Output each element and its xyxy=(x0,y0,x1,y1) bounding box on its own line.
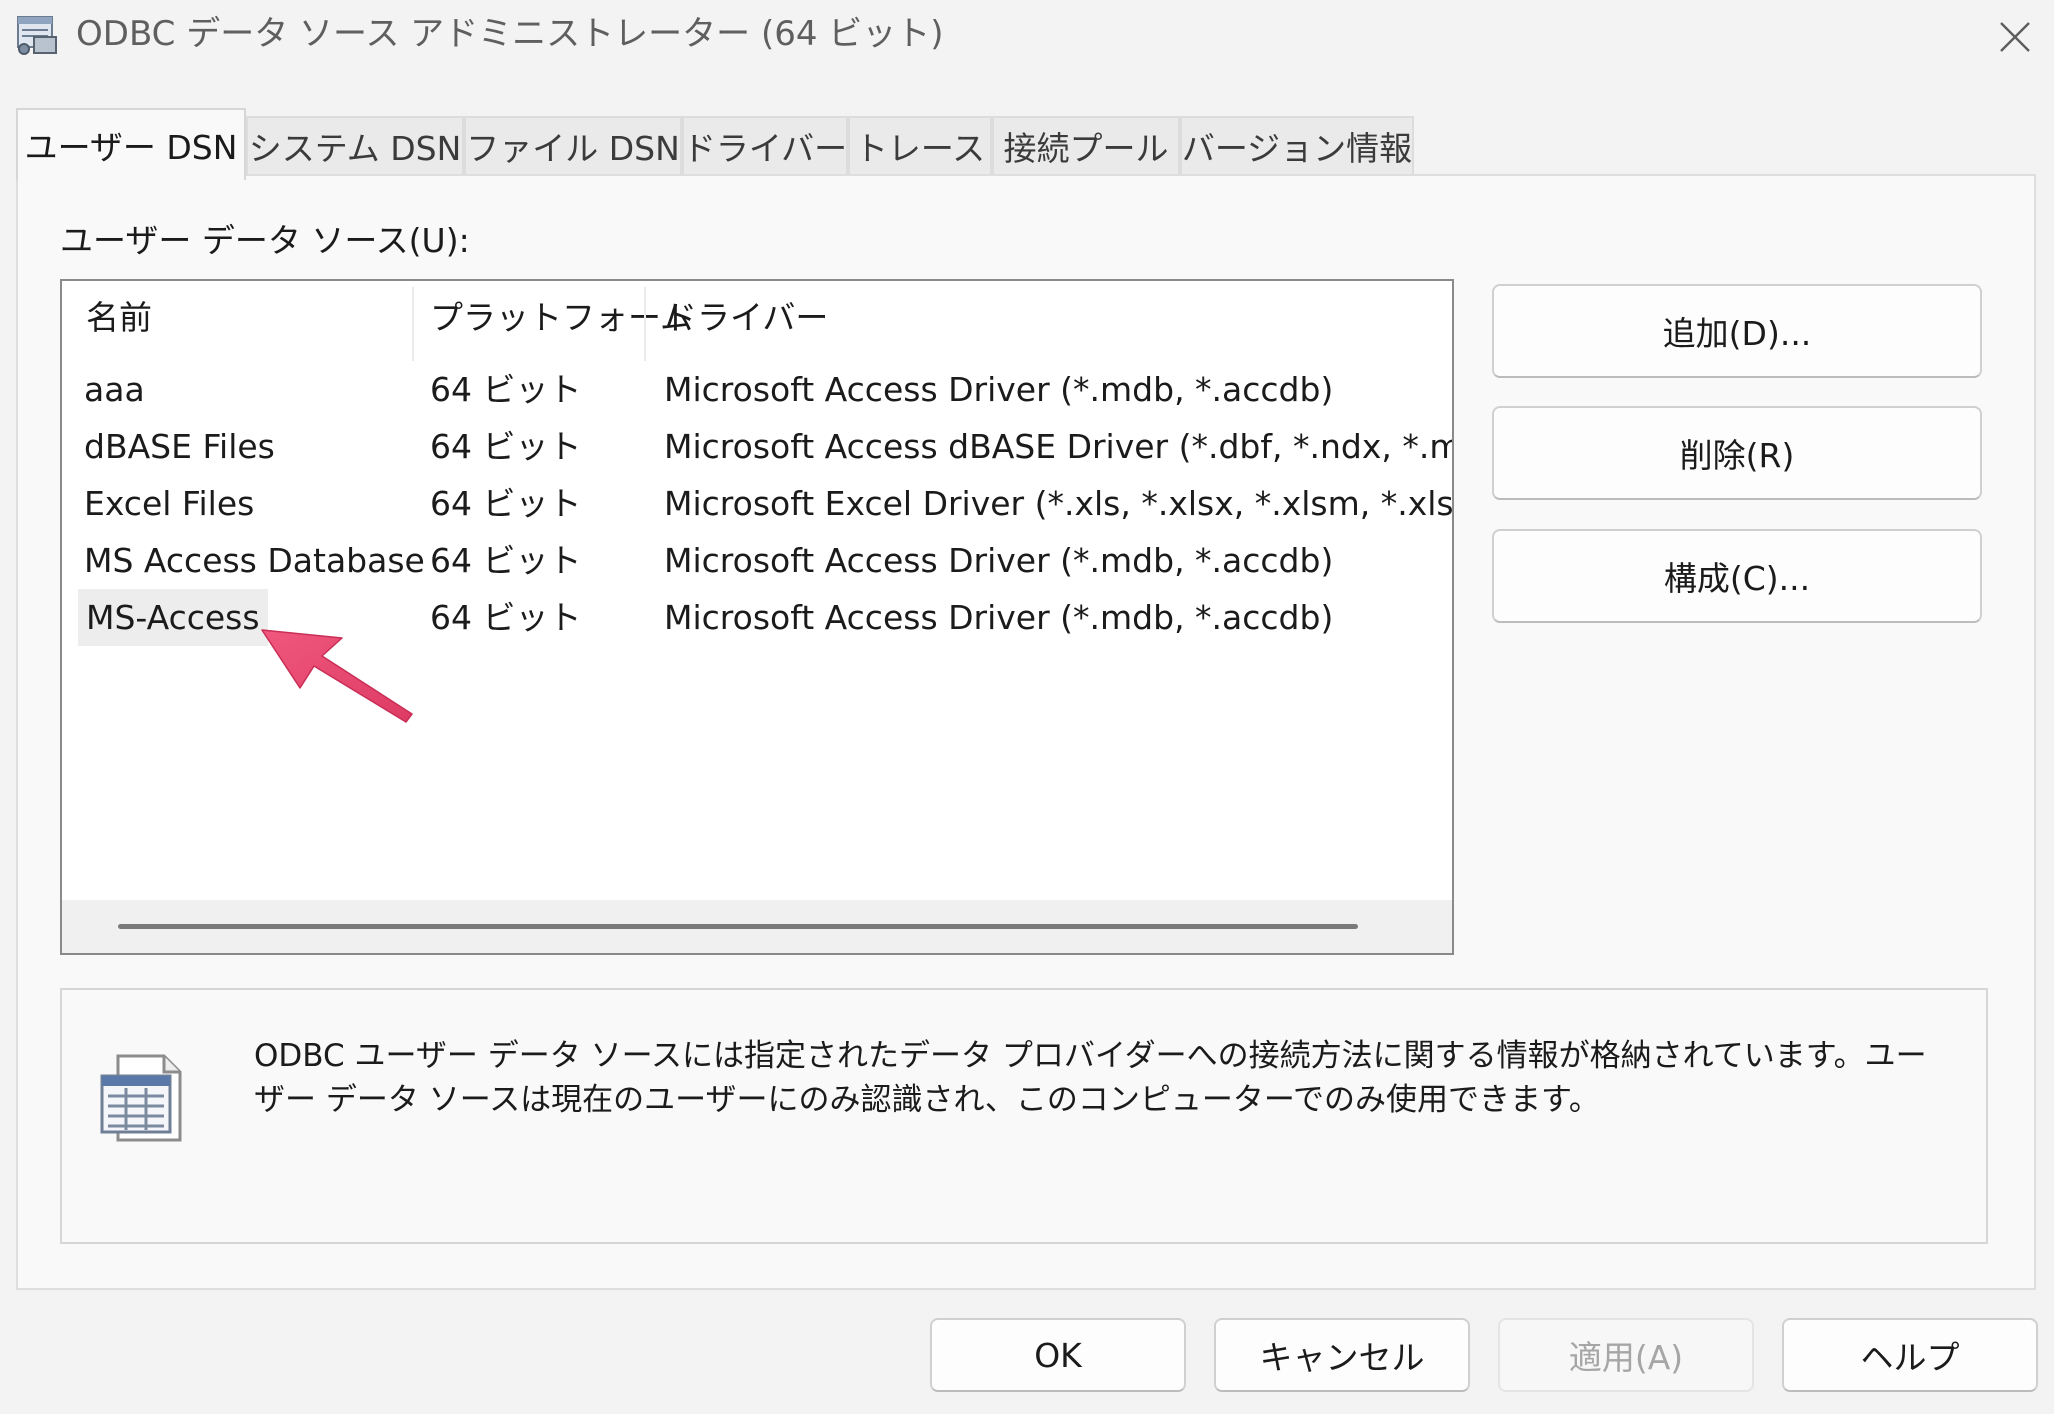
cancel-button[interactable]: キャンセル xyxy=(1214,1318,1470,1392)
dsn-name: Excel Files xyxy=(84,484,255,523)
dsn-driver: Microsoft Access Driver (*.mdb, *.accdb) xyxy=(664,370,1334,409)
dsn-platform: 64 ビット xyxy=(430,541,582,580)
tab-about[interactable]: バージョン情報 xyxy=(1180,116,1414,174)
tab-file-dsn[interactable]: ファイル DSN xyxy=(464,116,682,174)
tab-tracing[interactable]: トレース xyxy=(848,116,992,174)
dsn-driver: Microsoft Access dBASE Driver (*.dbf, *.… xyxy=(664,427,1454,466)
table-row[interactable]: Excel Files 64 ビット Microsoft Excel Drive… xyxy=(62,475,1454,532)
column-header-platform[interactable]: プラットフォーム xyxy=(430,295,693,341)
scrollbar-thumb[interactable] xyxy=(118,924,1358,929)
user-data-sources-label: ユーザー データ ソース(U): xyxy=(60,221,470,260)
column-header-name[interactable]: 名前 xyxy=(86,295,152,341)
dsn-name: MS Access Database xyxy=(84,541,425,580)
apply-button[interactable]: 適用(A) xyxy=(1498,1318,1754,1392)
window-title: ODBC データ ソース アドミニストレーター (64 ビット) xyxy=(76,14,944,54)
table-row[interactable]: MS Access Database 64 ビット Microsoft Acce… xyxy=(62,532,1452,589)
dsn-platform: 64 ビット xyxy=(430,370,582,409)
column-divider[interactable] xyxy=(644,287,646,361)
info-box: ODBC ユーザー データ ソースには指定されたデータ プロバイダーへの接続方法… xyxy=(60,988,1988,1244)
table-row[interactable]: aaa 64 ビット Microsoft Access Driver (*.md… xyxy=(62,361,1452,418)
dsn-name: MS-Access xyxy=(78,589,268,646)
tab-system-dsn[interactable]: システム DSN xyxy=(246,116,464,174)
ok-button[interactable]: OK xyxy=(930,1318,1186,1392)
dsn-name: aaa xyxy=(84,370,145,409)
pointer-arrow-icon xyxy=(261,629,413,723)
database-admin-icon xyxy=(17,16,57,55)
remove-button[interactable]: 削除(R) xyxy=(1492,406,1982,500)
configure-button[interactable]: 構成(C)... xyxy=(1492,529,1982,623)
close-button[interactable] xyxy=(1988,10,2042,64)
column-header-driver[interactable]: ドライバー xyxy=(664,295,828,341)
tab-connection-pooling[interactable]: 接続プール xyxy=(992,116,1180,174)
data-source-document-icon xyxy=(100,1054,182,1142)
dsn-driver: Microsoft Access Driver (*.mdb, *.accdb) xyxy=(664,598,1334,637)
title-bar: ODBC データ ソース アドミニストレーター (64 ビット) xyxy=(0,0,2054,72)
dsn-name: dBASE Files xyxy=(84,427,275,466)
dsn-platform: 64 ビット xyxy=(430,427,582,466)
dsn-list[interactable]: 名前 プラットフォーム ドライバー aaa 64 ビット Microsoft A… xyxy=(60,279,1454,955)
table-row[interactable]: dBASE Files 64 ビット Microsoft Access dBAS… xyxy=(62,418,1454,475)
info-description: ODBC ユーザー データ ソースには指定されたデータ プロバイダーへの接続方法… xyxy=(254,1038,1927,1118)
dsn-driver: Microsoft Excel Driver (*.xls, *.xlsx, *… xyxy=(664,484,1454,523)
add-button[interactable]: 追加(D)... xyxy=(1492,284,1982,378)
dsn-platform: 64 ビット xyxy=(430,484,582,523)
dsn-platform: 64 ビット xyxy=(430,598,582,637)
tab-user-dsn[interactable]: ユーザー DSN xyxy=(16,108,246,180)
close-icon xyxy=(2000,22,2030,52)
tab-drivers[interactable]: ドライバー xyxy=(682,116,848,174)
help-button[interactable]: ヘルプ xyxy=(1782,1318,2038,1392)
column-divider[interactable] xyxy=(412,287,414,361)
horizontal-scrollbar[interactable] xyxy=(62,900,1452,953)
dsn-driver: Microsoft Access Driver (*.mdb, *.accdb) xyxy=(664,541,1334,580)
